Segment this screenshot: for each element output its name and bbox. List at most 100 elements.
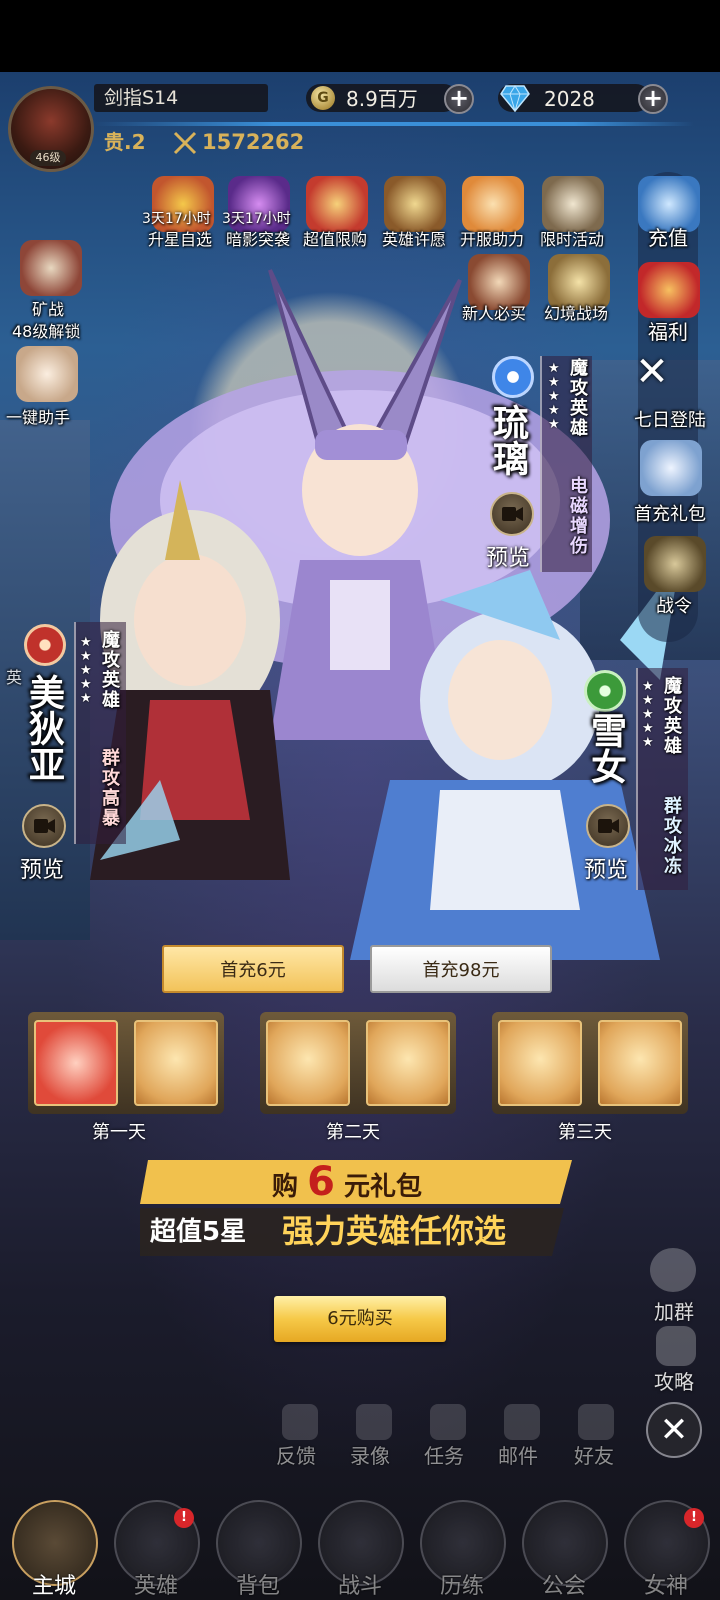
tasks-label[interactable]: 任务 (424, 1440, 464, 1469)
vip-level[interactable]: 贵.2 (104, 130, 146, 154)
player-name[interactable]: 剑指S14 (104, 86, 178, 110)
hero-choice-card-icon[interactable] (34, 1020, 118, 1106)
welfare-icon[interactable] (638, 262, 700, 318)
mine-war-icon[interactable] (20, 240, 82, 296)
sword-equipment-icon[interactable] (266, 1020, 350, 1106)
left-partial-label: 英 (6, 668, 23, 687)
nav-heroes[interactable]: 英雄 (134, 1568, 178, 1600)
nav-main-city[interactable]: 主城 (32, 1568, 76, 1600)
purple-gem-bundle-icon[interactable] (134, 1020, 218, 1106)
server-boost-label[interactable]: 开服助力 (460, 226, 524, 250)
tasks-icon[interactable] (430, 1404, 466, 1440)
newbie-buy-label[interactable]: 新人必买 (462, 300, 526, 324)
join-group-label[interactable]: 加群 (654, 1296, 694, 1325)
electric-element-icon (492, 356, 534, 398)
tab-first-recharge-98[interactable]: 首充98元 (370, 945, 552, 993)
day2-label: 第二天 (326, 1122, 380, 1143)
add-diamond-button[interactable]: + (638, 84, 668, 114)
mail-label[interactable]: 邮件 (498, 1440, 538, 1469)
day1-label: 第一天 (92, 1122, 146, 1143)
fire-element-icon (24, 624, 66, 666)
nav-guild[interactable]: 公会 (542, 1568, 586, 1600)
value-limited-label[interactable]: 超值限购 (303, 226, 367, 250)
status-divider (94, 122, 694, 126)
helmet-equipment-icon[interactable] (598, 1020, 682, 1106)
feedback-icon[interactable] (282, 1404, 318, 1440)
banner-buy-prefix: 购 (272, 1172, 299, 1202)
buy-6-yuan-button[interactable]: 6元购买 (274, 1296, 446, 1342)
wood-element-icon (584, 670, 626, 712)
guide-book-icon[interactable] (656, 1326, 696, 1366)
battle-pass-label[interactable]: 战令 (656, 592, 692, 618)
guide-label[interactable]: 攻略 (654, 1366, 694, 1395)
tab-first-recharge-6[interactable]: 首充6元 (162, 945, 344, 993)
one-click-helper-label[interactable]: 一键助手 (6, 404, 70, 428)
player-level: 46级 (30, 150, 66, 166)
hero-role-medea: 魔攻英雄 (99, 630, 120, 710)
close-menu-icon[interactable]: ✕ (646, 1402, 702, 1458)
illusion-battlefield-label[interactable]: 幻境战场 (544, 300, 608, 324)
banner-gift-text: 元礼包 (343, 1172, 422, 1202)
server-boost-icon[interactable] (462, 176, 524, 232)
friends-icon[interactable] (578, 1404, 614, 1440)
preview-play-icon[interactable] (22, 804, 66, 848)
recharge-label[interactable]: 充值 (648, 222, 688, 251)
battle-pass-icon[interactable] (644, 536, 706, 592)
close-icon[interactable]: ✕ (632, 352, 672, 392)
preview-play-icon[interactable] (490, 492, 534, 536)
hero-name-liuli: 琉璃 (487, 404, 528, 476)
armor-equipment-icon[interactable] (366, 1020, 450, 1106)
hero-name-snow-maiden: 雪女 (585, 712, 626, 784)
first-recharge-gift-icon[interactable] (640, 440, 702, 496)
preview-label-liuli[interactable]: 预览 (486, 540, 530, 572)
offer-banner: 购 6 元礼包 超值5星 强力英雄任你选 (140, 1160, 572, 1256)
replay-video-icon[interactable] (356, 1404, 392, 1440)
combat-power: 1572262 (202, 130, 305, 154)
nav-battle[interactable]: 战斗 (338, 1568, 382, 1600)
star-upgrade-timer: 3天17小时 (142, 211, 211, 227)
mine-war-unlock-label: 48级解锁 (12, 322, 81, 341)
hero-role-liuli: 魔攻英雄 (567, 358, 588, 438)
gold-amount: 8.9百万 (346, 87, 418, 111)
seven-day-login-label[interactable]: 七日登陆 (634, 406, 706, 432)
preview-play-icon[interactable] (586, 804, 630, 848)
hero-name-medea: 美狄亚 (23, 674, 64, 782)
timed-event-label[interactable]: 限时活动 (540, 226, 604, 250)
heroes-alert-badge: ! (174, 1508, 194, 1528)
hero-stars-liuli: ★ ★ ★ ★ ★ (548, 361, 560, 432)
hero-stars-medea: ★ ★ ★ ★ ★ (80, 635, 92, 706)
shadow-raid-timer: 3天17小时 (222, 211, 291, 227)
feedback-label[interactable]: 反馈 (276, 1440, 316, 1469)
replay-label[interactable]: 录像 (350, 1440, 390, 1469)
day3-label: 第三天 (558, 1122, 612, 1143)
shadow-raid-label[interactable]: 暗影突袭 (226, 226, 290, 250)
add-gold-button[interactable]: + (444, 84, 474, 114)
value-limited-icon[interactable] (306, 176, 368, 232)
banner-hero-choice: 强力英雄任你选 (282, 1212, 507, 1250)
hero-trait-liuli: 电磁增伤 (567, 476, 588, 556)
mail-icon[interactable] (504, 1404, 540, 1440)
combat-power-icon (173, 131, 197, 155)
preview-label-medea[interactable]: 预览 (20, 852, 64, 884)
mine-war-label[interactable]: 矿战 (32, 296, 64, 320)
join-group-icon[interactable] (650, 1248, 696, 1292)
first-recharge-gift-label[interactable]: 首充礼包 (634, 500, 706, 526)
boots-equipment-icon[interactable] (498, 1020, 582, 1106)
diamond-icon (500, 85, 530, 112)
gold-coin-icon: G (311, 86, 335, 110)
banner-price: 6 (307, 1159, 335, 1205)
welfare-label[interactable]: 福利 (648, 316, 688, 345)
diamond-amount: 2028 (544, 87, 595, 111)
preview-label-snow-maiden[interactable]: 预览 (584, 852, 628, 884)
friends-label[interactable]: 好友 (574, 1440, 614, 1469)
hero-wish-label[interactable]: 英雄许愿 (382, 226, 446, 250)
goddess-alert-badge: ! (684, 1508, 704, 1528)
star-upgrade-select-label[interactable]: 升星自选 (148, 226, 212, 250)
hero-trait-medea: 群攻高暴 (99, 748, 120, 828)
one-click-helper-icon[interactable] (16, 346, 78, 402)
nav-goddess[interactable]: 女神 (644, 1568, 688, 1600)
hero-wish-icon[interactable] (384, 176, 446, 232)
nav-training[interactable]: 历练 (440, 1568, 484, 1600)
timed-event-icon[interactable] (542, 176, 604, 232)
nav-backpack[interactable]: 背包 (236, 1568, 280, 1600)
